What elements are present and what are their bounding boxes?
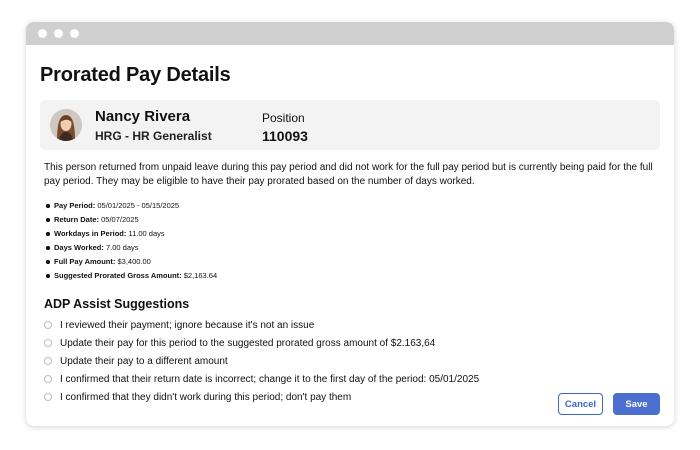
pay-details-list: Pay Period: 05/01/2025 - 05/15/2025 Retu… xyxy=(44,199,660,283)
position-value: 110093 xyxy=(262,128,308,144)
radio-button[interactable] xyxy=(44,375,52,383)
assist-suggestions-title: ADP Assist Suggestions xyxy=(44,297,190,311)
employee-card: Nancy Rivera HRG - HR Generalist Positio… xyxy=(40,100,660,150)
app-window: Prorated Pay Details Nancy Rivera HRG - … xyxy=(26,22,674,426)
suggestion-option-change-return-date[interactable]: I confirmed that their return date is in… xyxy=(44,370,660,388)
detail-return-date: Return Date: 05/07/2025 xyxy=(44,213,660,227)
window-minimize-dot[interactable] xyxy=(54,29,63,38)
position-label: Position xyxy=(262,111,305,125)
radio-button[interactable] xyxy=(44,339,52,347)
employee-name: Nancy Rivera xyxy=(95,108,191,125)
radio-button[interactable] xyxy=(44,321,52,329)
detail-full-pay: Full Pay Amount: $3,400.00 xyxy=(44,255,660,269)
detail-days-worked: Days Worked: 7.00 days xyxy=(44,241,660,255)
dialog-content: Prorated Pay Details Nancy Rivera HRG - … xyxy=(26,45,674,406)
window-maximize-dot[interactable] xyxy=(70,29,79,38)
radio-button[interactable] xyxy=(44,357,52,365)
suggestion-option-ignore[interactable]: I reviewed their payment; ignore because… xyxy=(44,316,660,334)
window-titlebar xyxy=(26,22,674,45)
employee-role: HRG - HR Generalist xyxy=(95,129,212,143)
window-close-dot[interactable] xyxy=(38,29,47,38)
page-title: Prorated Pay Details xyxy=(40,64,231,86)
suggestion-option-prorate[interactable]: Update their pay for this period to the … xyxy=(44,334,660,352)
detail-suggested-amount: Suggested Prorated Gross Amount: $2,163.… xyxy=(44,269,660,283)
suggestion-option-different-amount[interactable]: Update their pay to a different amount xyxy=(44,352,660,370)
radio-button[interactable] xyxy=(44,393,52,401)
leave-description: This person returned from unpaid leave d… xyxy=(44,162,653,187)
detail-pay-period: Pay Period: 05/01/2025 - 05/15/2025 xyxy=(44,199,660,213)
save-button[interactable]: Save xyxy=(613,393,660,415)
avatar xyxy=(50,109,82,141)
cancel-button[interactable]: Cancel xyxy=(558,393,603,415)
detail-workdays: Workdays in Period: 11.00 days xyxy=(44,227,660,241)
